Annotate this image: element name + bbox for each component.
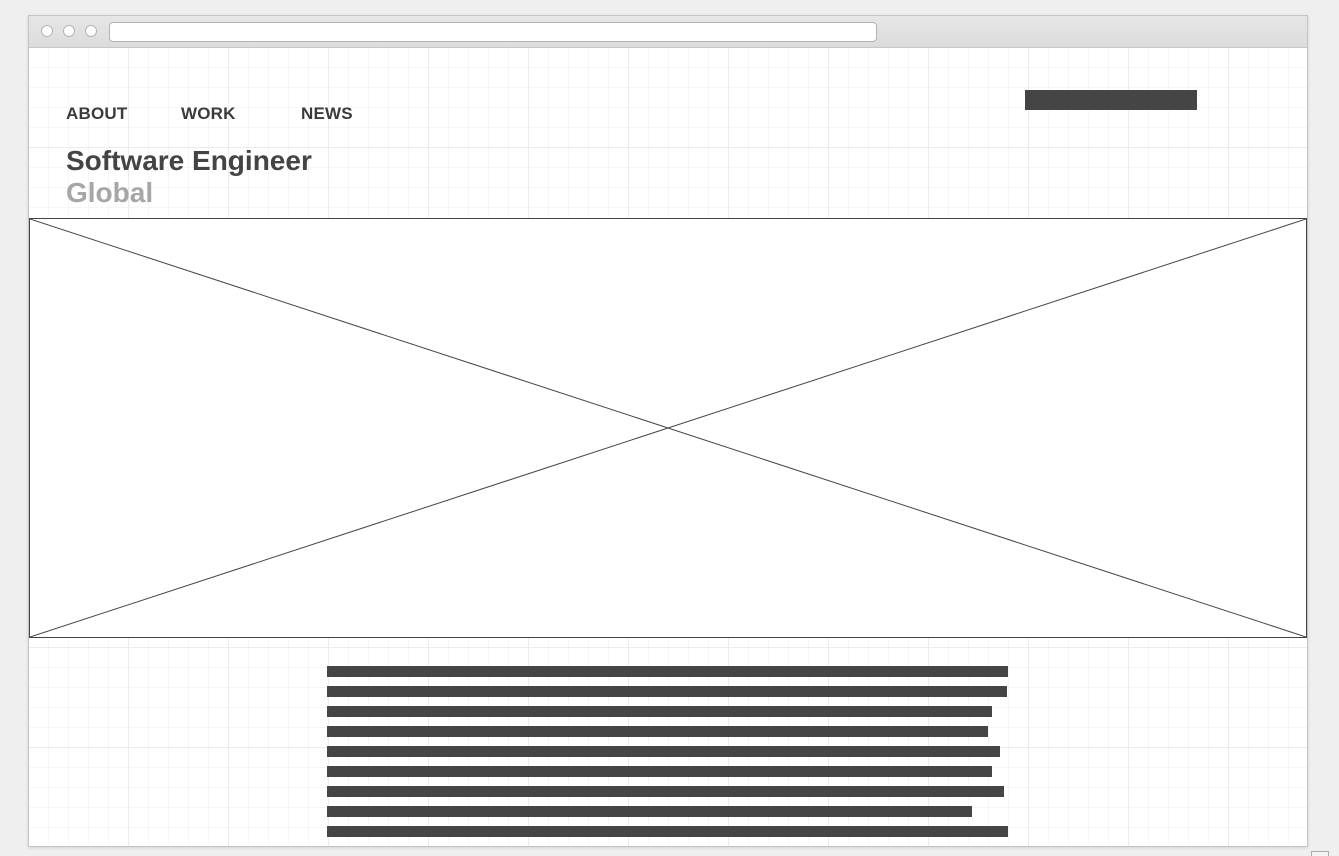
browser-window: ABOUT WORK NEWS Software Engineer Global <box>28 15 1308 847</box>
text-placeholder-line <box>327 826 1008 837</box>
browser-titlebar <box>29 16 1307 48</box>
address-bar[interactable] <box>109 22 877 42</box>
text-placeholder-line <box>327 766 992 777</box>
text-placeholder-line <box>327 746 1000 757</box>
text-placeholder-line <box>327 706 992 717</box>
page-subtitle: Global <box>66 177 154 208</box>
header-placeholder-bar <box>1025 90 1197 110</box>
text-placeholder-line <box>327 786 1004 797</box>
text-placeholder-line <box>327 686 1007 697</box>
window-close-icon[interactable] <box>41 25 53 37</box>
window-maximize-icon[interactable] <box>85 25 97 37</box>
nav-link-news[interactable]: NEWS <box>301 104 353 124</box>
image-placeholder-icon <box>30 219 1306 637</box>
text-placeholder-block <box>327 666 1008 846</box>
window-minimize-icon[interactable] <box>63 25 75 37</box>
text-placeholder-line <box>327 666 1008 677</box>
page-content: ABOUT WORK NEWS Software Engineer Global <box>29 48 1307 846</box>
text-placeholder-line <box>327 806 972 817</box>
hero-image-placeholder <box>29 218 1307 638</box>
nav-link-work[interactable]: WORK <box>181 104 236 124</box>
nav-link-about[interactable]: ABOUT <box>66 104 127 124</box>
page-title: Software Engineer <box>66 145 312 176</box>
resize-handle-icon[interactable] <box>1311 851 1329 856</box>
text-placeholder-line <box>327 726 988 737</box>
